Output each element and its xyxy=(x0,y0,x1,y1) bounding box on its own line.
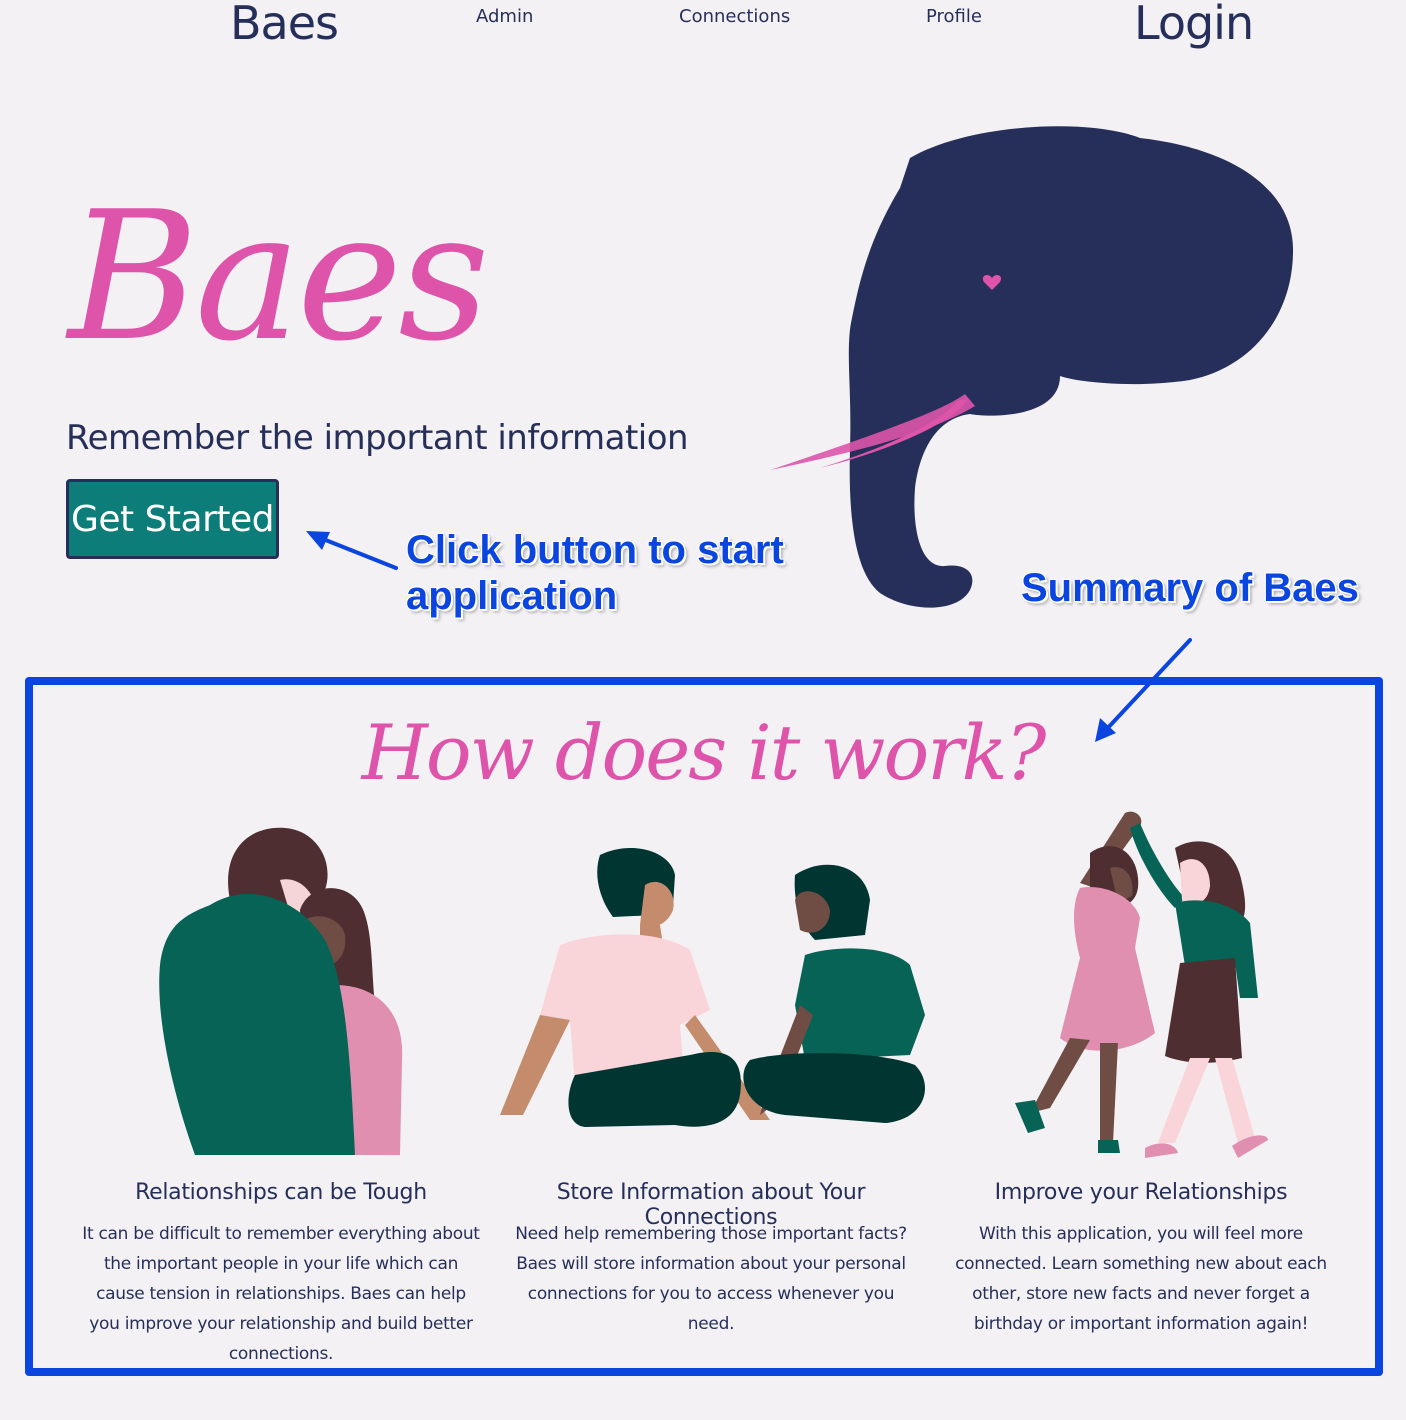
nav-logo[interactable]: Baes xyxy=(230,0,339,50)
sitting-couple-illustration xyxy=(500,847,925,1127)
card-text-tough: It can be difficult to remember everythi… xyxy=(82,1224,480,1364)
nav-link-profile[interactable]: Profile xyxy=(926,6,982,27)
elephant-icon xyxy=(770,126,1294,608)
hero-subtitle: Remember the important information xyxy=(66,418,689,458)
get-started-button[interactable]: Get Started xyxy=(66,479,279,559)
card-heading-improve: Improve your Relationships xyxy=(994,1180,1288,1205)
card-text-store: Need help remembering those important fa… xyxy=(515,1224,907,1334)
nav-login[interactable]: Login xyxy=(1134,0,1254,50)
card-text-improve: With this application, you will feel mor… xyxy=(955,1224,1327,1334)
card-heading-tough: Relationships can be Tough xyxy=(135,1180,427,1205)
how-it-works-title: How does it work? xyxy=(361,708,1047,797)
dancing-couple-illustration xyxy=(1015,811,1268,1158)
nav-link-admin[interactable]: Admin xyxy=(476,6,533,27)
annotation-summary-note: Summary of Baes xyxy=(1021,566,1359,610)
hero-title: Baes xyxy=(68,173,490,380)
annotation-button-note: Click button to start application xyxy=(406,528,784,618)
hugging-couple-illustration xyxy=(159,827,403,1155)
nav-link-connections[interactable]: Connections xyxy=(679,6,790,27)
